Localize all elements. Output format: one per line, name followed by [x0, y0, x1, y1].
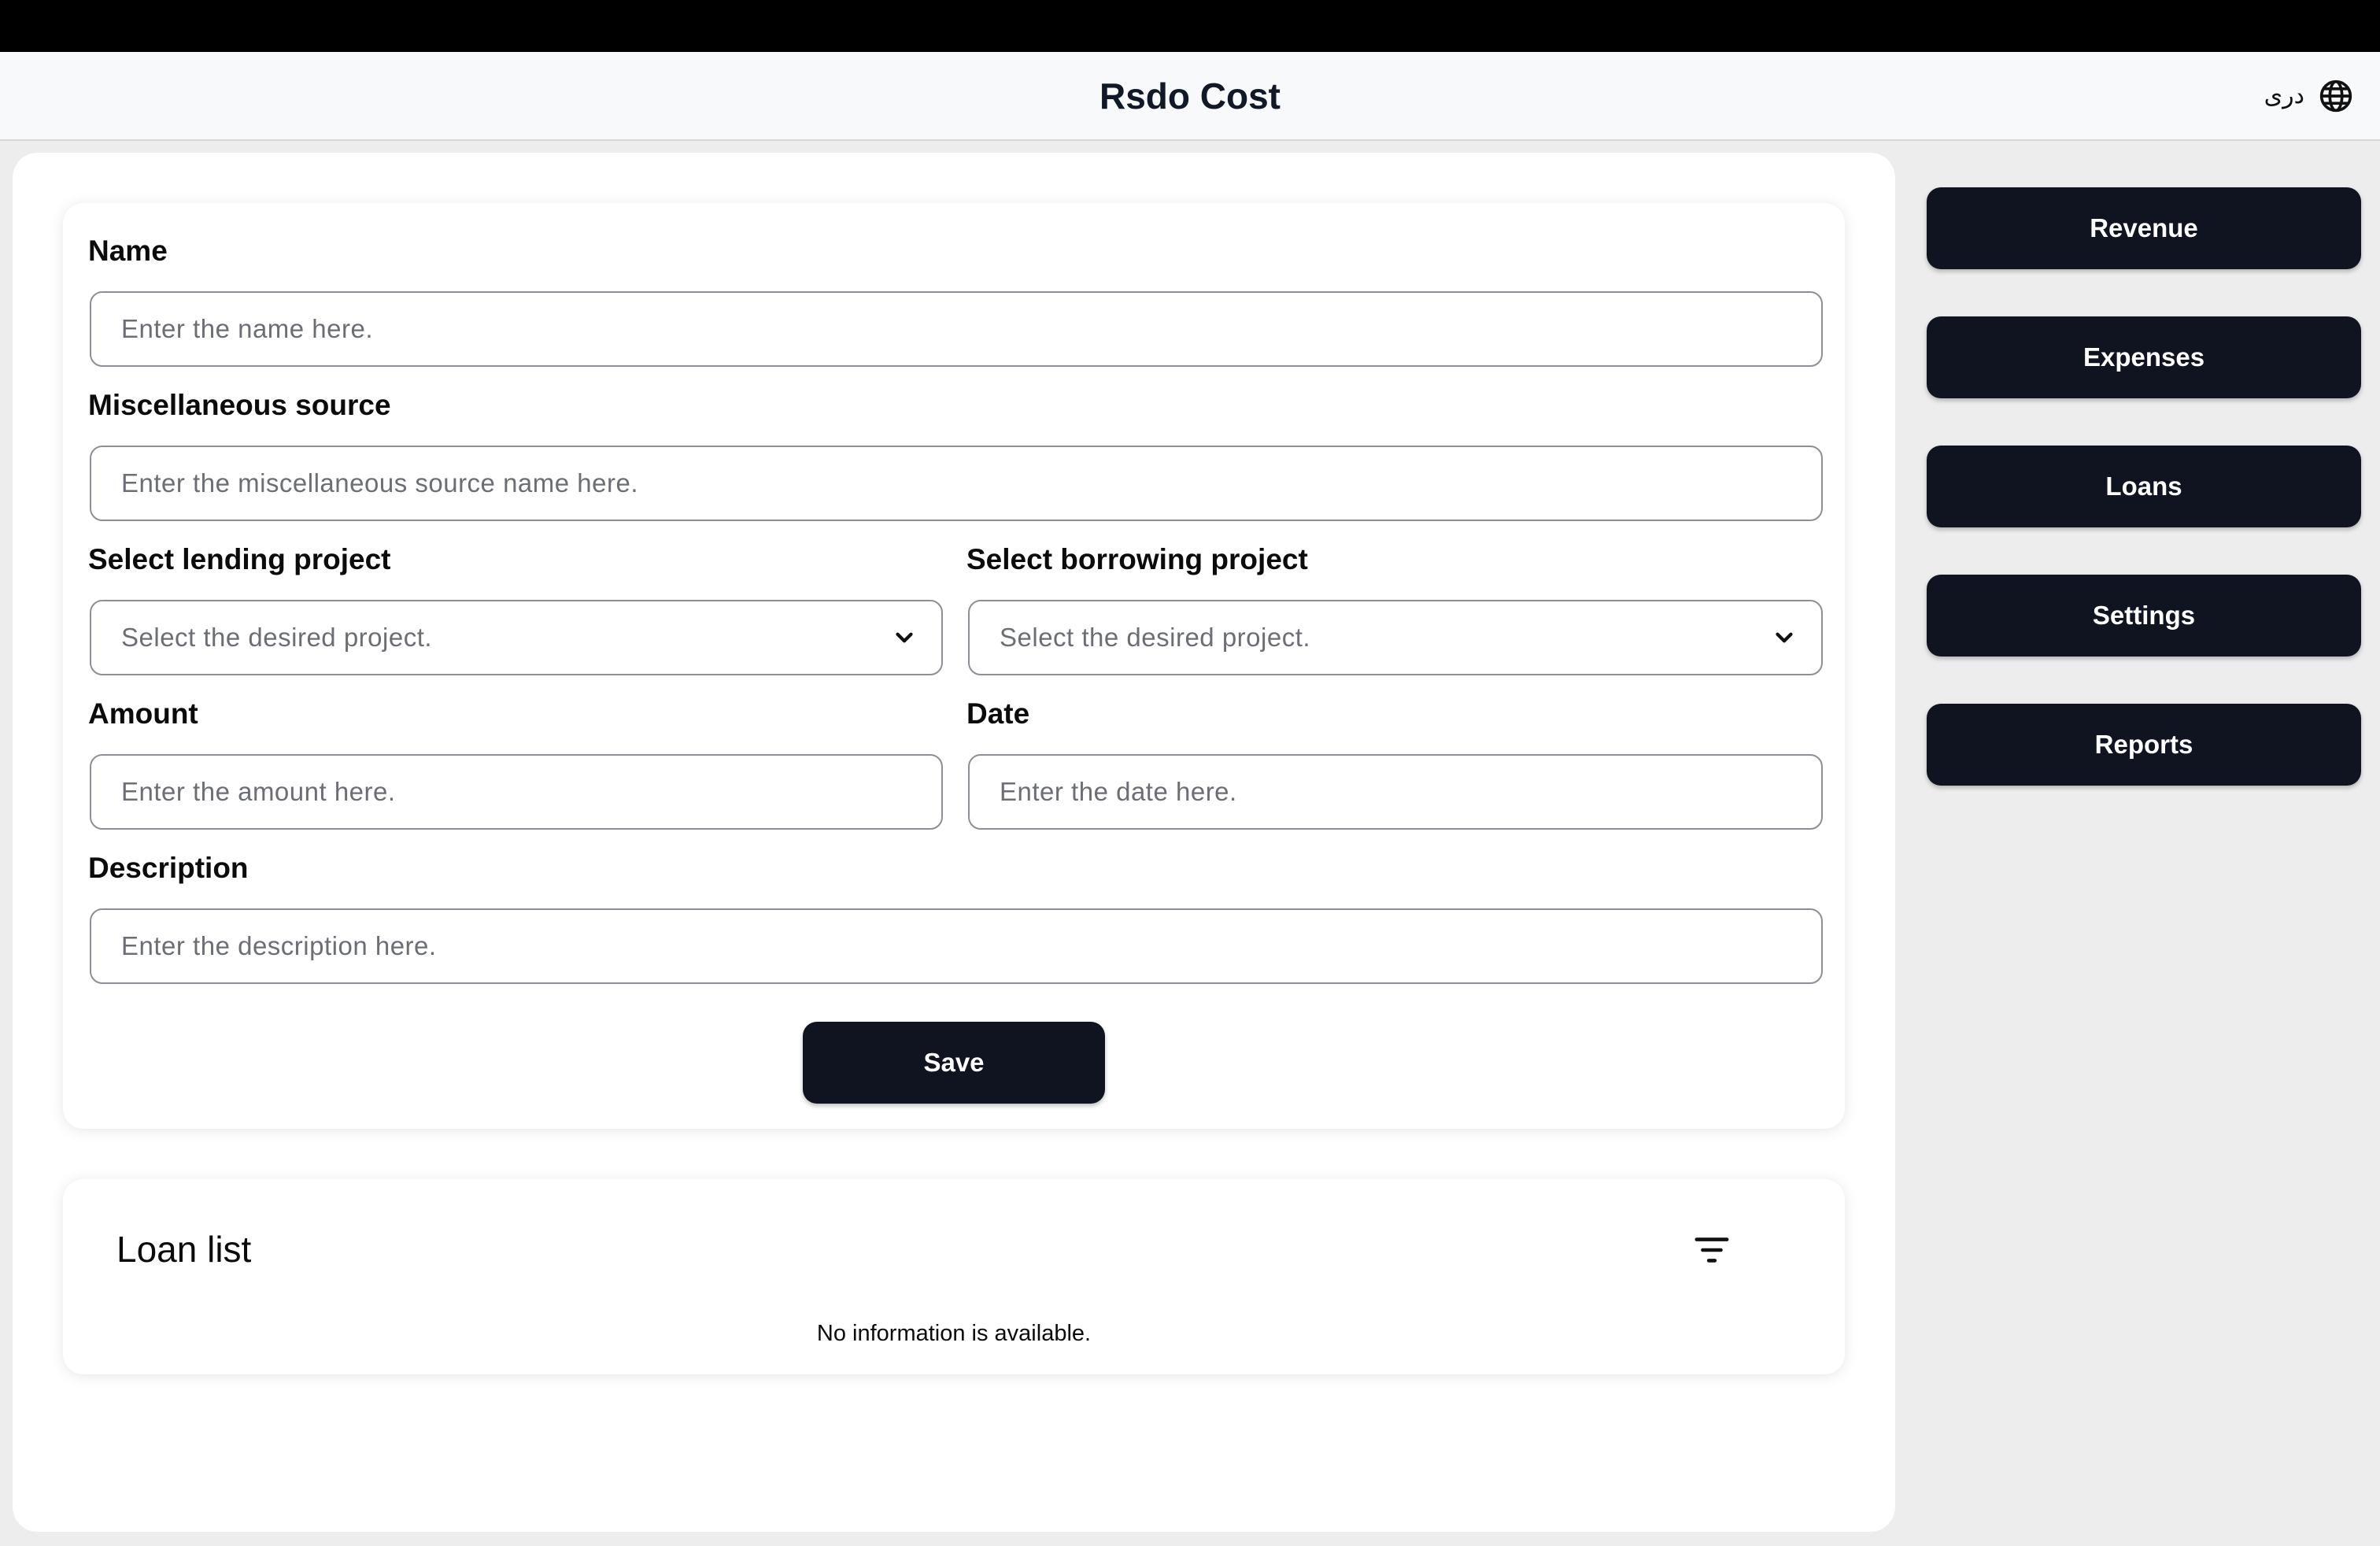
misc-source-placeholder: Enter the miscellaneous source name here…	[121, 468, 639, 497]
nav-settings-button[interactable]: Settings	[1927, 575, 2361, 656]
description-placeholder: Enter the description here.	[121, 931, 437, 960]
lending-project-select[interactable]: Select the desired project.	[90, 600, 943, 675]
lending-project-value: Select the desired project.	[121, 623, 433, 652]
nav-loans-button[interactable]: Loans	[1927, 446, 2361, 527]
amount-input[interactable]: Enter the amount here.	[90, 754, 943, 830]
system-top-bar	[0, 0, 2380, 52]
language-switcher[interactable]: دری	[2264, 52, 2353, 139]
borrowing-project-select[interactable]: Select the desired project.	[968, 600, 1823, 675]
description-input[interactable]: Enter the description here.	[90, 908, 1823, 984]
nav-reports-button[interactable]: Reports	[1927, 704, 2361, 786]
date-label: Date	[966, 697, 1030, 730]
filter-icon[interactable]	[1694, 1234, 1730, 1266]
misc-source-label: Miscellaneous source	[88, 389, 391, 421]
amount-label: Amount	[88, 697, 198, 730]
borrowing-project-value: Select the desired project.	[1000, 623, 1311, 652]
app-header: Rsdo Cost دری	[0, 52, 2380, 141]
description-label: Description	[88, 852, 249, 884]
chevron-down-icon	[1776, 632, 1793, 643]
loan-list-card: Loan list No information is available.	[63, 1179, 1845, 1374]
nav-expenses-button[interactable]: Expenses	[1927, 316, 2361, 398]
borrowing-project-label: Select borrowing project	[966, 543, 1308, 575]
chevron-down-icon	[896, 632, 913, 643]
empty-state-message: No information is available.	[816, 1321, 1092, 1346]
loan-form: Name Enter the name here. Miscellaneous …	[63, 203, 1845, 1129]
name-placeholder: Enter the name here.	[121, 314, 374, 343]
app-title: Rsdo Cost	[1099, 75, 1281, 117]
date-input[interactable]: Enter the date here.	[968, 754, 1823, 830]
loan-list-title: Loan list	[116, 1229, 252, 1270]
nav-revenue-button[interactable]: Revenue	[1927, 187, 2361, 269]
lending-project-label: Select lending project	[88, 543, 391, 575]
amount-placeholder: Enter the amount here.	[121, 777, 396, 806]
save-button[interactable]: Save	[803, 1022, 1105, 1104]
name-label: Name	[88, 235, 168, 267]
globe-icon	[2319, 80, 2352, 112]
language-label: دری	[2264, 83, 2304, 109]
name-input[interactable]: Enter the name here.	[90, 291, 1823, 367]
date-placeholder: Enter the date here.	[1000, 777, 1237, 806]
misc-source-input[interactable]: Enter the miscellaneous source name here…	[90, 446, 1823, 521]
